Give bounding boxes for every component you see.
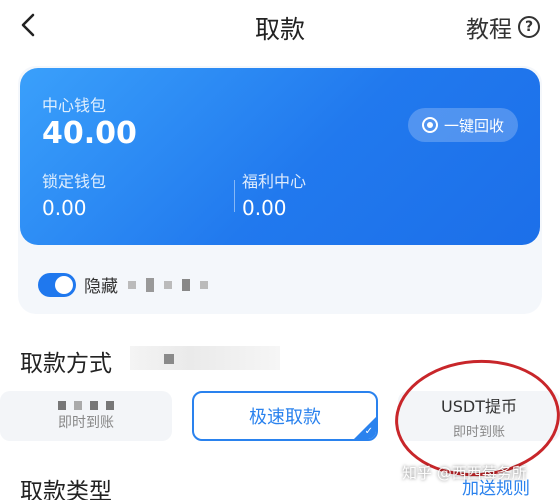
method-option-1[interactable]: 即时到账: [0, 391, 172, 441]
method-option-1-subtitle: 即时到账: [58, 414, 114, 431]
method-option-fast-withdraw[interactable]: 极速取款 ✓: [192, 391, 378, 441]
hide-toggle-row: 隐藏: [38, 272, 208, 297]
center-wallet-label: 中心钱包: [42, 96, 107, 115]
welfare-center-amount: 0.00: [242, 196, 287, 220]
center-wallet-amount: 40.00: [42, 116, 137, 151]
recycle-button[interactable]: 一键回收: [408, 108, 518, 142]
help-icon: ?: [518, 16, 540, 38]
locked-wallet-amount: 0.00: [42, 196, 87, 220]
withdraw-type-title: 取款类型: [20, 479, 112, 500]
method-option-fast-withdraw-label: 极速取款: [249, 407, 321, 428]
welfare-center-label: 福利中心: [242, 172, 307, 191]
nav-bar: 取款 教程 ?: [0, 0, 560, 56]
recycle-icon: [421, 117, 438, 133]
locked-wallet-label: 锁定钱包: [42, 172, 107, 191]
divider: [234, 180, 235, 212]
watermark: 知乎 @西西莓务所: [402, 464, 527, 482]
check-icon: ✓: [364, 426, 373, 437]
withdraw-method-title: 取款方式: [20, 351, 112, 377]
tutorial-label: 教程: [466, 17, 512, 43]
wallet-card: 中心钱包 40.00 一键回收 锁定钱包 0.00 福利中心 0.00: [20, 68, 540, 245]
hide-toggle[interactable]: [38, 272, 76, 297]
tutorial-button[interactable]: 教程 ?: [466, 10, 540, 44]
recycle-label: 一键回收: [443, 116, 504, 135]
redacted-text: [130, 346, 280, 370]
redacted-text: [128, 277, 208, 292]
hide-toggle-label: 隐藏: [84, 277, 118, 297]
redacted-text: [58, 400, 114, 410]
